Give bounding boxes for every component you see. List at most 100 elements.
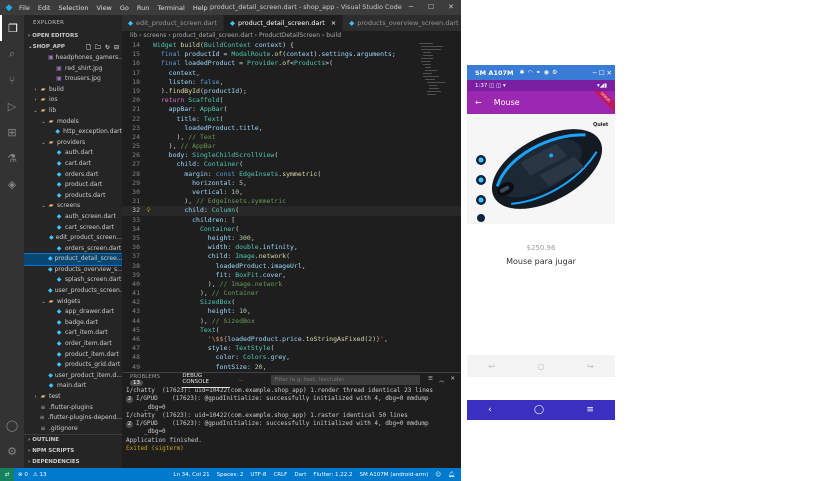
- chevron-up-icon[interactable]: ︿: [439, 376, 445, 384]
- nav-recents-icon[interactable]: ≡: [586, 405, 594, 415]
- close-panel-icon[interactable]: ✕: [450, 376, 455, 384]
- folder-item[interactable]: › ▰ build: [24, 85, 122, 96]
- code-line[interactable]: 20 return Scaffold(: [122, 96, 461, 105]
- code-line[interactable]: 30 vertical: 10,: [122, 188, 461, 197]
- code-line[interactable]: 45 Text(: [122, 326, 461, 335]
- file-item[interactable]: ◆ products_overview_s...: [24, 265, 122, 276]
- testing-icon[interactable]: ⚗: [0, 145, 24, 171]
- file-item[interactable]: ▣ trousers.jpg: [24, 74, 122, 85]
- code-editor[interactable]: 14 Widget build(BuildContext context) {15…: [122, 41, 461, 387]
- file-item[interactable]: ▣ red_shirt.jpg: [24, 64, 122, 75]
- code-line[interactable]: 40 ), // Image.network: [122, 280, 461, 289]
- section-outline[interactable]: › OUTLINE: [24, 435, 122, 446]
- emu-close-icon[interactable]: ✕: [607, 69, 612, 77]
- file-item[interactable]: ▣ headphones_gamers...: [24, 53, 122, 64]
- file-item[interactable]: ◆ main.dart: [24, 381, 122, 392]
- emu-minimize-icon[interactable]: ─: [593, 69, 597, 77]
- editor-tab[interactable]: ◆ product_detail_screen.dart ×: [223, 15, 344, 31]
- code-line[interactable]: 14 Widget build(BuildContext context) {: [122, 41, 461, 50]
- gear-icon[interactable]: ⚙: [0, 438, 24, 464]
- device-selector[interactable]: SM A107M (android-arm): [360, 472, 429, 478]
- gesture-forward-icon[interactable]: ↪: [587, 362, 594, 371]
- menu-terminal[interactable]: Terminal: [157, 4, 184, 12]
- project-section[interactable]: ⌄ SHOP_APP 🗋 🗀 ↻ ⊟: [24, 42, 122, 53]
- minimize-icon[interactable]: ─: [401, 0, 421, 15]
- settings-icon[interactable]: ⚙: [552, 69, 557, 76]
- open-editors-section[interactable]: › OPEN EDITORS: [24, 31, 122, 42]
- code-line[interactable]: 37 child: Image.network(: [122, 252, 461, 261]
- file-item[interactable]: ◆ products_grid.dart: [24, 360, 122, 371]
- code-line[interactable]: 44 ), // SizedBox: [122, 317, 461, 326]
- code-line[interactable]: 17 context,: [122, 69, 461, 78]
- gesture-back-icon[interactable]: ↩: [488, 362, 495, 371]
- breadcrumb[interactable]: lib › screens › product_detail_screen.da…: [122, 31, 461, 41]
- code-line[interactable]: 47 style: TextStyle(: [122, 344, 461, 353]
- file-item[interactable]: ◆ order_item.dart: [24, 339, 122, 350]
- code-line[interactable]: 38 loadedProduct.imageUrl,: [122, 262, 461, 271]
- code-line[interactable]: 25 ), // AppBar: [122, 142, 461, 151]
- code-line[interactable]: 15 final productId = ModalRoute.of(conte…: [122, 50, 461, 59]
- code-line[interactable]: 33 children: [: [122, 216, 461, 225]
- folder-item[interactable]: ⌄ ▰ widgets: [24, 297, 122, 308]
- close-icon[interactable]: ✕: [441, 0, 461, 15]
- menu-file[interactable]: File: [19, 4, 30, 12]
- file-item[interactable]: ◆ product.dart: [24, 180, 122, 191]
- close-tab-icon[interactable]: ×: [331, 19, 336, 27]
- minimap[interactable]: [419, 41, 449, 111]
- debug-console-output[interactable]: I/chatty (17623): uid=10422(com.example.…: [122, 387, 461, 453]
- flutter-version[interactable]: Flutter: 1.22.2: [313, 472, 352, 478]
- run-debug-icon[interactable]: ▷: [0, 93, 24, 119]
- code-line[interactable]: 26 body: SingleChildScrollView(: [122, 151, 461, 160]
- code-line[interactable]: 31 ), // EdgeInsets.symmetric: [122, 197, 461, 206]
- lightbulb-icon[interactable]: 💡︎: [144, 206, 153, 215]
- file-item[interactable]: ◆ cart.dart: [24, 159, 122, 170]
- file-item[interactable]: ◆ product_item.dart: [24, 350, 122, 361]
- menu-run[interactable]: Run: [137, 4, 149, 12]
- code-line[interactable]: 34 Container(: [122, 225, 461, 234]
- file-item[interactable]: ◆ cart_item.dart: [24, 328, 122, 339]
- menu-go[interactable]: Go: [120, 4, 129, 12]
- code-line[interactable]: 48 color: Colors.grey,: [122, 353, 461, 362]
- maximize-icon[interactable]: ☐: [421, 0, 441, 15]
- file-item[interactable]: ◆ product_detail_scree...: [24, 253, 122, 266]
- code-line[interactable]: 35 height: 300,: [122, 234, 461, 243]
- code-line[interactable]: 39 fit: BoxFit.cover,: [122, 271, 461, 280]
- code-line[interactable]: 43 height: 10,: [122, 307, 461, 316]
- more-tabs-icon[interactable]: ...: [238, 377, 243, 383]
- file-item[interactable]: ≡ .flutter-plugins-depend...: [24, 413, 123, 424]
- code-line[interactable]: 16 final loadedProduct = Provider.of<Pro…: [122, 59, 461, 68]
- file-item[interactable]: ◆ products.dart: [24, 191, 122, 202]
- nav-home-icon[interactable]: ◯: [534, 405, 544, 415]
- code-line[interactable]: 27 child: Container(: [122, 160, 461, 169]
- remote-explorer-icon[interactable]: ◈: [0, 171, 24, 197]
- file-item[interactable]: ◆ user_product_item.d...: [24, 371, 122, 382]
- code-line[interactable]: 36 width: double.infinity,: [122, 243, 461, 252]
- folder-item[interactable]: › ▰ ios: [24, 95, 122, 106]
- errors-status[interactable]: ⊗ 0: [18, 472, 28, 478]
- file-item[interactable]: ◆ user_products_screen...: [24, 286, 122, 297]
- file-item[interactable]: ◆ http_exception.dart: [24, 127, 122, 138]
- feedback-icon[interactable]: ☺: [435, 472, 441, 478]
- folder-item[interactable]: ⌄ ▰ providers: [24, 138, 122, 149]
- extensions-icon[interactable]: ⊞: [0, 119, 24, 145]
- menu-edit[interactable]: Edit: [38, 4, 51, 12]
- encoding[interactable]: UTF-8: [250, 472, 266, 478]
- file-item[interactable]: ◆ splash_screen.dart: [24, 275, 122, 286]
- cursor-position[interactable]: Ln 34, Col 21: [173, 472, 209, 478]
- code-line[interactable]: 24 ), // Text: [122, 133, 461, 142]
- back-arrow-icon[interactable]: ←: [475, 98, 482, 107]
- file-item[interactable]: ≡ .flutter-plugins: [24, 403, 122, 414]
- menu-help[interactable]: Help: [193, 4, 208, 12]
- folder-item[interactable]: ⌄ ▰ models: [24, 117, 122, 128]
- code-line[interactable]: 19 ).findById(productId);: [122, 87, 461, 96]
- file-item[interactable]: ◆ orders_screen.dart: [24, 244, 122, 255]
- editor-tab[interactable]: ◆ edit_product_screen.dart: [122, 15, 224, 31]
- source-control-icon[interactable]: ⑂: [0, 67, 24, 93]
- debug-console-tab[interactable]: DEBUG CONSOLE: [182, 373, 231, 388]
- code-line[interactable]: 18 listen: false,: [122, 78, 461, 87]
- new-folder-icon[interactable]: 🗀: [95, 42, 101, 53]
- code-line[interactable]: 21 appBar: AppBar(: [122, 105, 461, 114]
- bell-icon[interactable]: 🔔︎: [448, 472, 455, 478]
- code-line[interactable]: 41 ), // Container: [122, 289, 461, 298]
- account-icon[interactable]: ◯: [0, 412, 24, 438]
